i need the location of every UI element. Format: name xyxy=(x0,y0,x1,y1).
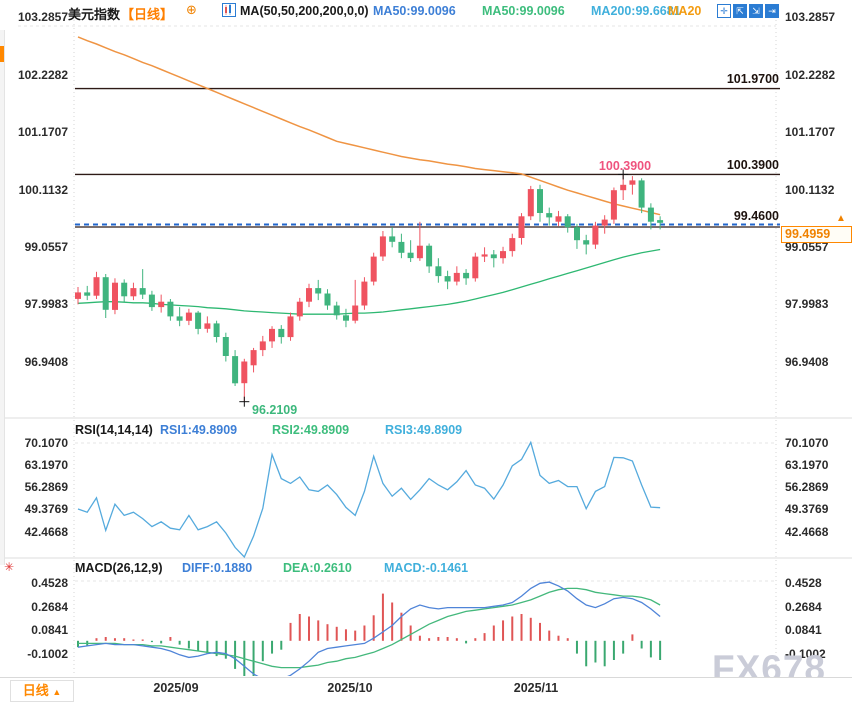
macd-axis-label: 0.2684 xyxy=(4,600,68,614)
rsi-axis-label: 49.3769 xyxy=(4,502,68,516)
ma20-orange-value: MA20 xyxy=(668,4,701,18)
period-selector-arrow-icon: ▲ xyxy=(52,687,61,697)
price-axis-label: 96.9408 xyxy=(785,355,851,369)
resistance1-label: 101.9700 xyxy=(679,72,779,86)
ma50-green-value: MA50:99.0096 xyxy=(482,4,565,18)
support-label: 99.4600 xyxy=(679,209,779,223)
period-title: 【日线】 xyxy=(121,4,173,23)
price-axis-label: 97.9983 xyxy=(785,297,851,311)
period-selector[interactable]: 日线 ▲ xyxy=(10,680,74,702)
add-indicator-icon[interactable]: ⊕ xyxy=(186,2,197,18)
chart-type-icon[interactable] xyxy=(222,3,236,22)
rsi-axis-label: 63.1970 xyxy=(4,458,68,472)
price-axis-label: 100.1132 xyxy=(4,183,68,197)
high-price-label: 100.3900 xyxy=(588,159,662,173)
ma50-blue-value: MA50:99.0096 xyxy=(373,4,456,18)
rsi-axis-label: 70.1070 xyxy=(785,436,851,450)
diff-value: DIFF:0.1880 xyxy=(182,561,252,575)
rsi-axis-label: 42.4668 xyxy=(4,525,68,539)
rsi-title[interactable]: RSI(14,14,14) xyxy=(75,423,153,437)
x-axis-date: 2025/11 xyxy=(504,681,568,695)
rsi2-value: RSI2:49.8909 xyxy=(272,423,349,437)
price-axis-label: 96.9408 xyxy=(4,355,68,369)
macd-axis-label: 0.0841 xyxy=(4,623,68,637)
rsi3-value: RSI3:49.8909 xyxy=(385,423,462,437)
trading-chart-window: 美元指数 【日线】 ⊕ MA(50,50,200,200,0,0) MA50:9… xyxy=(0,0,852,702)
crosshair-tool-button[interactable]: ✛ xyxy=(717,4,731,18)
period-selector-label: 日线 xyxy=(23,683,49,698)
price-axis-label: 101.1707 xyxy=(4,125,68,139)
macd-axis-label: 0.0841 xyxy=(785,623,851,637)
current-price-tag: 99.4959 xyxy=(781,226,852,243)
price-axis-label: 97.9983 xyxy=(4,297,68,311)
macd-axis-label: 0.2684 xyxy=(785,600,851,614)
rsi-axis-label: 42.4668 xyxy=(785,525,851,539)
ma-settings-label[interactable]: MA(50,50,200,200,0,0) xyxy=(240,4,369,18)
symbol-title: 美元指数 xyxy=(68,4,120,23)
chart-canvas[interactable] xyxy=(0,0,852,702)
macd-value: MACD:-0.1461 xyxy=(384,561,468,575)
price-axis-label: 103.2857 xyxy=(4,10,68,24)
dea-value: DEA:0.2610 xyxy=(283,561,352,575)
rsi-axis-label: 63.1970 xyxy=(785,458,851,472)
macd-title[interactable]: MACD(26,12,9) xyxy=(75,561,163,575)
zoom-out-axis-button[interactable]: ⇲ xyxy=(749,4,763,18)
x-axis-date: 2025/09 xyxy=(144,681,208,695)
indicator-settings-icon[interactable]: ✳ xyxy=(4,560,14,574)
price-axis-label: 100.1132 xyxy=(785,183,851,197)
left-strip-marker xyxy=(0,46,4,62)
zoom-in-axis-button[interactable]: ⇱ xyxy=(733,4,747,18)
rsi-axis-label: 70.1070 xyxy=(4,436,68,450)
price-axis-label: 102.2282 xyxy=(785,68,851,82)
macd-axis-label: -0.1002 xyxy=(4,647,68,661)
x-axis-date: 2025/10 xyxy=(318,681,382,695)
rsi-axis-label: 56.2869 xyxy=(4,480,68,494)
resistance2-label: 100.3900 xyxy=(679,158,779,172)
price-axis-label: 102.2282 xyxy=(4,68,68,82)
rsi-axis-label: 56.2869 xyxy=(785,480,851,494)
rsi-axis-label: 49.3769 xyxy=(785,502,851,516)
price-axis-label: 103.2857 xyxy=(785,10,851,24)
macd-axis-label: 0.4528 xyxy=(785,576,851,590)
price-axis-label: 99.0557 xyxy=(4,240,68,254)
exit-fullscreen-button[interactable]: ⇥ xyxy=(765,4,779,18)
bottom-bar xyxy=(0,677,852,702)
price-axis-label: 101.1707 xyxy=(785,125,851,139)
rsi1-value: RSI1:49.8909 xyxy=(160,423,237,437)
macd-axis-label: 0.4528 xyxy=(4,576,68,590)
price-up-arrow-icon: ▲ xyxy=(836,213,846,224)
low-price-label: 96.2109 xyxy=(252,403,297,417)
